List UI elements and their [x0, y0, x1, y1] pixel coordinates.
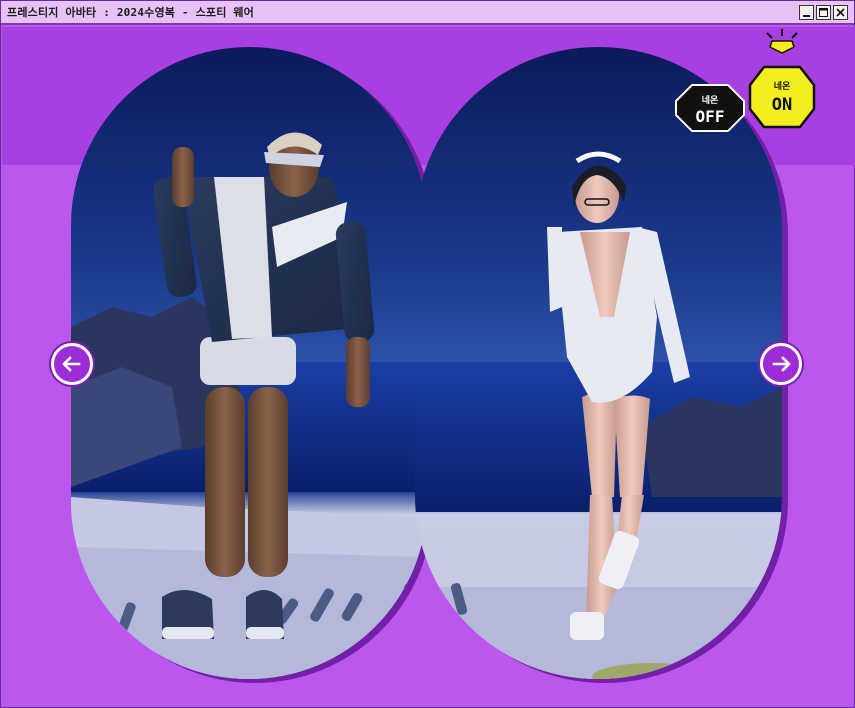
arrow-right-icon — [772, 356, 791, 372]
app-window: 프레스티지 아바타 : 2024수영복 - 스포티 웨어 네온 OFF 네온 O… — [0, 0, 855, 708]
minimize-button[interactable] — [799, 5, 814, 20]
neon-bulb-icon — [766, 29, 798, 54]
arrow-left-icon — [62, 356, 81, 372]
neon-off-small-label: 네온 — [702, 94, 719, 106]
maximize-icon — [819, 8, 828, 17]
neon-off-toggle[interactable]: 네온 OFF — [675, 84, 745, 132]
minimize-icon — [803, 15, 810, 17]
left-avatar-preview[interactable] — [71, 47, 427, 679]
preview-frames: 네온 OFF 네온 ON — [71, 29, 816, 691]
neon-on-label: ON — [772, 95, 792, 115]
neon-off-label: OFF — [696, 107, 725, 126]
prev-button[interactable] — [51, 343, 93, 385]
neon-on-small-label: 네온 — [774, 80, 791, 92]
next-button[interactable] — [760, 343, 802, 385]
title-bar[interactable]: 프레스티지 아바타 : 2024수영복 - 스포티 웨어 — [1, 1, 854, 25]
avatar-preview-stage: 네온 OFF 네온 ON — [2, 27, 855, 707]
close-icon — [836, 8, 845, 17]
right-avatar-preview[interactable] — [415, 47, 782, 691]
neon-on-toggle[interactable]: 네온 ON — [748, 29, 816, 129]
maximize-button[interactable] — [816, 5, 831, 20]
window-title: 프레스티지 아바타 : 2024수영복 - 스포티 웨어 — [7, 6, 254, 19]
close-button[interactable] — [833, 5, 848, 20]
window-controls — [799, 5, 848, 20]
